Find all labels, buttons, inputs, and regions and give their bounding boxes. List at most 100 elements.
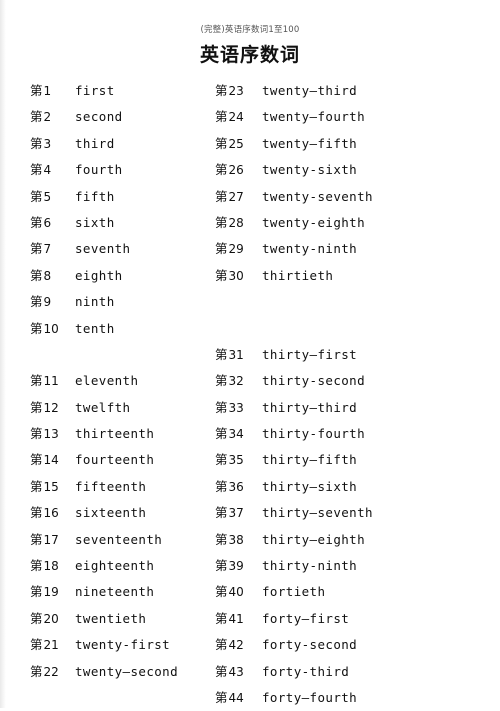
- ordinal-prefix: 第: [215, 162, 228, 178]
- ordinal-label: 第13: [30, 421, 75, 447]
- ordinal-word: twenty-first: [75, 637, 171, 653]
- ordinal-number: 36: [228, 479, 244, 494]
- ordinal-number: 1: [43, 84, 52, 98]
- ordinal-label: 第4: [30, 157, 75, 183]
- ordinal-prefix: 第: [215, 267, 228, 283]
- ordinal-number: 34: [228, 427, 244, 442]
- ordinal-label: 第43: [215, 659, 262, 685]
- ordinal-word: twenty-seventh: [262, 188, 373, 204]
- table-row: 第19 nineteenth: [30, 579, 210, 605]
- ordinal-number: 40: [228, 585, 244, 600]
- table-row: 第32 thirty-second: [215, 368, 465, 394]
- ordinal-number: 16: [43, 506, 59, 521]
- ordinal-number: 6: [43, 215, 52, 230]
- ordinal-label: 第10: [30, 316, 75, 342]
- ordinal-label: 第39: [215, 553, 262, 579]
- ordinal-prefix: 第: [30, 426, 43, 442]
- ordinal-label: 第32: [215, 368, 262, 394]
- ordinal-word: thirty—seventh: [262, 505, 373, 521]
- ordinal-prefix: 第: [215, 689, 228, 705]
- table-row: 第28 twenty-eighth: [215, 210, 465, 236]
- ordinal-label: 第11: [30, 368, 75, 394]
- table-row: 第18 eighteenth: [30, 553, 210, 579]
- table-row: 第25 twenty—fifth: [215, 131, 465, 157]
- ordinals-column-right: 第23 twenty—third 第24 twenty—fourth 第25 twenty…: [215, 78, 465, 711]
- ordinal-number: 43: [228, 664, 244, 679]
- ordinal-prefix: 第: [215, 426, 228, 442]
- ordinal-number: 18: [43, 559, 59, 574]
- table-row: 第30 thirtieth: [215, 263, 465, 289]
- table-row: 第29 twenty-ninth: [215, 236, 465, 262]
- table-row: 第14 fourteenth: [30, 447, 210, 473]
- ordinal-number: 20: [43, 611, 59, 626]
- ordinal-label: 第9: [30, 289, 75, 315]
- ordinal-prefix: 第: [215, 109, 228, 125]
- ordinal-prefix: 第: [30, 188, 43, 204]
- ordinal-number: 30: [228, 268, 244, 283]
- ordinal-word: tenth: [75, 320, 115, 336]
- table-row: 第24 twenty—fourth: [215, 104, 465, 130]
- ordinal-number: 12: [43, 400, 59, 415]
- ordinal-number: 15: [43, 479, 59, 494]
- ordinal-word: thirty-second: [262, 373, 366, 389]
- ordinal-word: eighteenth: [75, 558, 155, 574]
- table-row: 第4 fourth: [30, 157, 210, 183]
- table-row: 第2 second: [30, 104, 210, 130]
- ordinal-label: 第14: [30, 447, 75, 473]
- ordinal-number: 25: [228, 136, 244, 151]
- ordinal-number: 35: [228, 453, 244, 468]
- table-row: 第36 thirty—sixth: [215, 474, 465, 500]
- page-title: 英语序数词: [199, 44, 300, 66]
- ordinal-prefix: 第: [215, 558, 228, 574]
- ordinal-number: 42: [228, 638, 244, 653]
- ordinal-label: 第20: [30, 606, 75, 632]
- ordinal-word: thirty-fourth: [262, 426, 366, 442]
- table-row: 第6 sixth: [30, 210, 210, 236]
- ordinal-number: 3: [43, 136, 52, 151]
- ordinal-number: 2: [43, 110, 52, 125]
- ordinal-number: 29: [228, 242, 244, 257]
- ordinal-word: fourth: [75, 162, 123, 178]
- ordinal-prefix: 第: [30, 294, 43, 310]
- table-row: 第43 forty-third: [215, 659, 465, 685]
- ordinal-number: 7: [43, 242, 52, 257]
- ordinal-number: 5: [43, 189, 52, 204]
- ordinal-label: 第40: [215, 579, 262, 605]
- ordinal-label: 第28: [215, 210, 262, 236]
- ordinal-label: 第29: [215, 236, 262, 262]
- ordinal-word: sixth: [75, 214, 115, 230]
- ordinal-prefix: 第: [215, 452, 228, 468]
- ordinal-prefix: 第: [30, 478, 43, 494]
- ordinal-word: forty-third: [262, 663, 350, 679]
- table-row: 第42 forty-second: [215, 632, 465, 658]
- ordinal-word: nineteenth: [75, 584, 155, 600]
- ordinal-word: second: [75, 109, 123, 125]
- table-row: 第15 fifteenth: [30, 474, 210, 500]
- ordinal-label: 第3: [30, 131, 75, 157]
- ordinal-label: 第18: [30, 553, 75, 579]
- ordinal-prefix: 第: [30, 610, 43, 626]
- ordinal-number: 39: [228, 559, 244, 574]
- ordinal-word: thirty—eighth: [262, 531, 366, 547]
- ordinal-prefix: 第: [30, 109, 43, 125]
- ordinal-prefix: 第: [215, 214, 228, 230]
- ordinal-label: 第8: [30, 263, 75, 289]
- table-row: 第11 eleventh: [30, 368, 210, 394]
- ordinal-label: 第41: [215, 606, 262, 632]
- table-row: 第20 twentieth: [30, 606, 210, 632]
- ordinal-word: third: [75, 135, 115, 151]
- ordinal-word: fourteenth: [75, 452, 155, 468]
- ordinal-prefix: 第: [215, 637, 228, 653]
- ordinal-word: seventh: [75, 241, 131, 257]
- ordinal-prefix: 第: [215, 531, 228, 547]
- ordinal-prefix: 第: [30, 584, 43, 600]
- table-row: 第8 eighth: [30, 263, 210, 289]
- ordinal-number: 8: [43, 268, 52, 283]
- table-row: 第5 fifth: [30, 184, 210, 210]
- table-row: 第16 sixteenth: [30, 500, 210, 526]
- ordinal-number: 28: [228, 215, 244, 230]
- ordinal-prefix: 第: [30, 531, 43, 547]
- ordinal-word: forty—fourth: [262, 689, 358, 705]
- ordinal-number: 11: [43, 374, 59, 389]
- ordinal-number: 33: [228, 400, 244, 415]
